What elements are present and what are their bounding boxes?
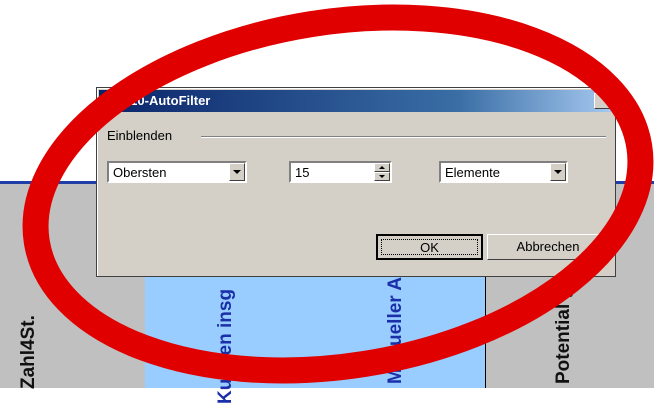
- column-header-4-label: Potential ge: [553, 276, 574, 384]
- cancel-button-label: Abbrechen: [516, 239, 580, 254]
- column-header-1-label: Zahl4St.: [18, 315, 39, 389]
- spin-down-icon[interactable]: [374, 172, 390, 181]
- unit-dropdown[interactable]: Elemente: [439, 161, 568, 183]
- cancel-button[interactable]: Abbrechen: [487, 234, 609, 260]
- direction-dropdown[interactable]: Obersten: [107, 161, 247, 183]
- unit-value: Elemente: [445, 165, 500, 180]
- direction-value: Obersten: [113, 165, 167, 180]
- spin-up-icon[interactable]: [374, 163, 390, 172]
- spin-buttons: [374, 163, 390, 181]
- ok-button-label: OK: [420, 240, 439, 255]
- chevron-down-icon[interactable]: [550, 163, 566, 181]
- dialog-title: Top-10-AutoFilter: [103, 93, 211, 108]
- column-header-2-label: Kunden insg: [215, 288, 236, 404]
- close-button[interactable]: [594, 93, 610, 109]
- count-value: 15: [295, 165, 310, 180]
- column-header-3-label: Manueller Ar: [385, 269, 406, 384]
- chevron-down-icon[interactable]: [229, 163, 245, 181]
- group-label: Einblenden: [107, 128, 173, 143]
- ok-button[interactable]: OK: [376, 234, 483, 260]
- top10-autofilter-dialog: Top-10-AutoFilter Einblenden Obersten 15…: [96, 87, 616, 277]
- count-spinner[interactable]: 15: [289, 161, 392, 183]
- group-frame-line: [201, 136, 606, 138]
- dialog-titlebar[interactable]: Top-10-AutoFilter: [99, 90, 613, 112]
